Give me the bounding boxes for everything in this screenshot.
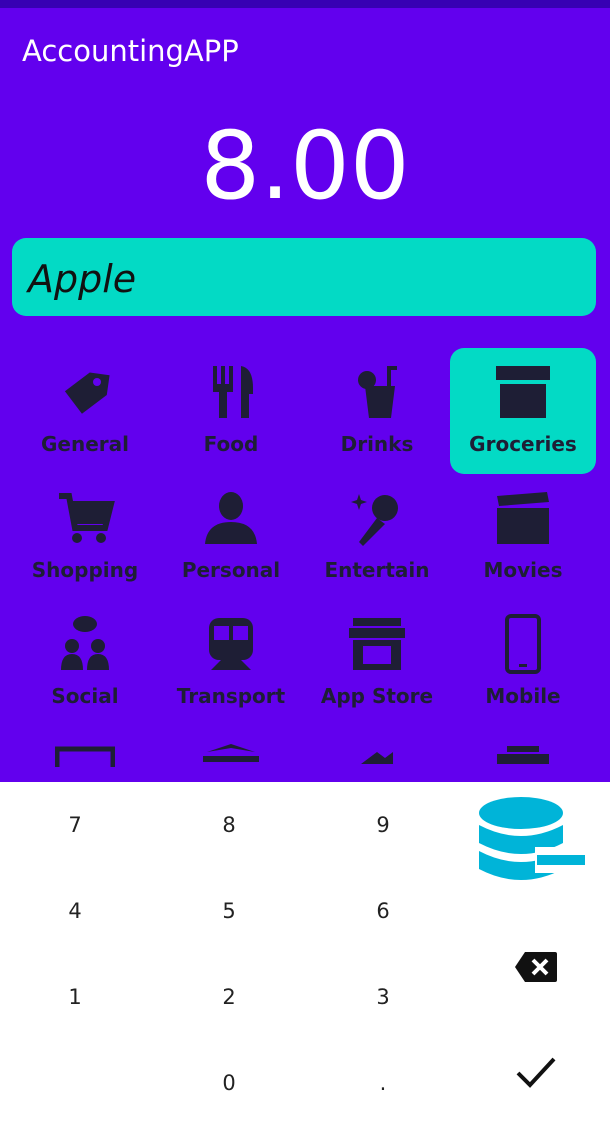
tag-icon: [64, 372, 110, 414]
note-input-value: Apple: [28, 257, 137, 301]
key-4[interactable]: 4: [0, 868, 150, 954]
category-label: Groceries: [469, 432, 577, 456]
clapperboard-icon: [497, 492, 549, 544]
checkmark-icon: [516, 1057, 556, 1088]
category-shopping[interactable]: Shopping: [12, 474, 158, 600]
key-5[interactable]: 5: [154, 868, 304, 954]
category-food[interactable]: Food: [158, 348, 304, 474]
category-label: Shopping: [31, 558, 139, 582]
person-icon: [205, 492, 257, 544]
category-label: Movies: [483, 558, 563, 582]
category-label: Transport: [176, 684, 286, 708]
category-entertain[interactable]: Entertain: [304, 474, 450, 600]
key-1[interactable]: 1: [0, 954, 150, 1040]
number-keypad: 7 8 9 4 5 6 1 2 3 0 .: [0, 782, 610, 1126]
category-app-store[interactable]: App Store: [304, 600, 450, 726]
backspace-button[interactable]: [486, 932, 586, 1002]
category-label: Drinks: [340, 432, 414, 456]
note-input[interactable]: Apple: [12, 238, 596, 316]
partial-category-icon: [361, 752, 393, 764]
key-8[interactable]: 8: [154, 782, 304, 868]
people-chat-icon: [61, 616, 109, 670]
category-drinks[interactable]: Drinks: [304, 348, 450, 474]
partial-category-icon: [497, 746, 549, 764]
partial-category-icon: [203, 744, 259, 762]
app-title: AccountingAPP: [22, 34, 239, 68]
category-groceries[interactable]: Groceries: [450, 348, 596, 474]
microphone-icon: [351, 494, 398, 546]
category-personal[interactable]: Personal: [158, 474, 304, 600]
fork-knife-icon: [213, 366, 253, 418]
amount-display: 8.00: [200, 112, 410, 221]
shopping-cart-icon: [59, 493, 115, 543]
clear-database-button[interactable]: [462, 792, 602, 902]
partial-category-icon: [55, 746, 115, 767]
confirm-button[interactable]: [486, 1038, 586, 1108]
category-label: Entertain: [324, 558, 430, 582]
drink-icon: [358, 366, 397, 418]
key-9[interactable]: 9: [308, 782, 458, 868]
key-decimal[interactable]: .: [308, 1040, 458, 1126]
status-bar: [0, 0, 610, 8]
category-social[interactable]: Social: [12, 600, 158, 726]
key-empty: [0, 1040, 150, 1126]
category-label: Social: [51, 684, 119, 708]
storefront-icon: [349, 618, 405, 670]
archive-box-icon: [496, 366, 550, 418]
database-remove-icon: [479, 797, 587, 880]
key-2[interactable]: 2: [154, 954, 304, 1040]
category-label: App Store: [320, 684, 434, 708]
category-label: Personal: [181, 558, 281, 582]
train-icon: [209, 618, 253, 670]
key-3[interactable]: 3: [308, 954, 458, 1040]
key-0[interactable]: 0: [154, 1040, 304, 1126]
backspace-icon: [515, 952, 557, 982]
key-7[interactable]: 7: [0, 782, 150, 868]
smartphone-icon: [505, 614, 541, 674]
category-transport[interactable]: Transport: [158, 600, 304, 726]
category-label: Food: [203, 432, 259, 456]
category-label: Mobile: [485, 684, 561, 708]
category-mobile[interactable]: Mobile: [450, 600, 596, 726]
key-6[interactable]: 6: [308, 868, 458, 954]
category-movies[interactable]: Movies: [450, 474, 596, 600]
header-panel: AccountingAPP 8.00 Apple General Food Dr…: [0, 0, 610, 782]
category-general[interactable]: General: [12, 348, 158, 474]
category-label: General: [41, 432, 129, 456]
